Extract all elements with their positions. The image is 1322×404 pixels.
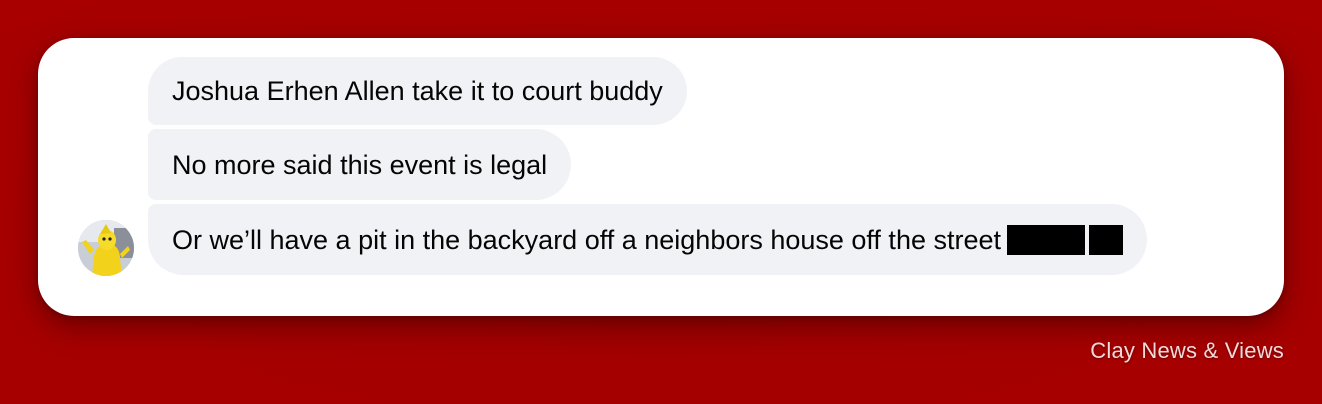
comment-bubble[interactable]: Or we’ll have a pit in the backyard off … <box>148 204 1147 275</box>
redaction-block <box>1089 224 1123 255</box>
redaction-block <box>1007 224 1085 255</box>
comment-text: Or we’ll have a pit in the backyard off … <box>172 224 1001 255</box>
comment-bubble[interactable]: Joshua Erhen Allen take it to court budd… <box>148 57 687 125</box>
comment-bubble[interactable]: No more said this event is legal <box>148 129 572 200</box>
avatar-image <box>78 220 134 276</box>
comment-card: Joshua Erhen Allen take it to court budd… <box>38 38 1284 316</box>
comment-text: No more said this event is legal <box>172 149 548 180</box>
comment-text: Joshua Erhen Allen take it to court budd… <box>172 76 663 106</box>
watermark-text: Clay News & Views <box>1090 338 1284 363</box>
user-avatar-icon[interactable] <box>78 220 134 276</box>
